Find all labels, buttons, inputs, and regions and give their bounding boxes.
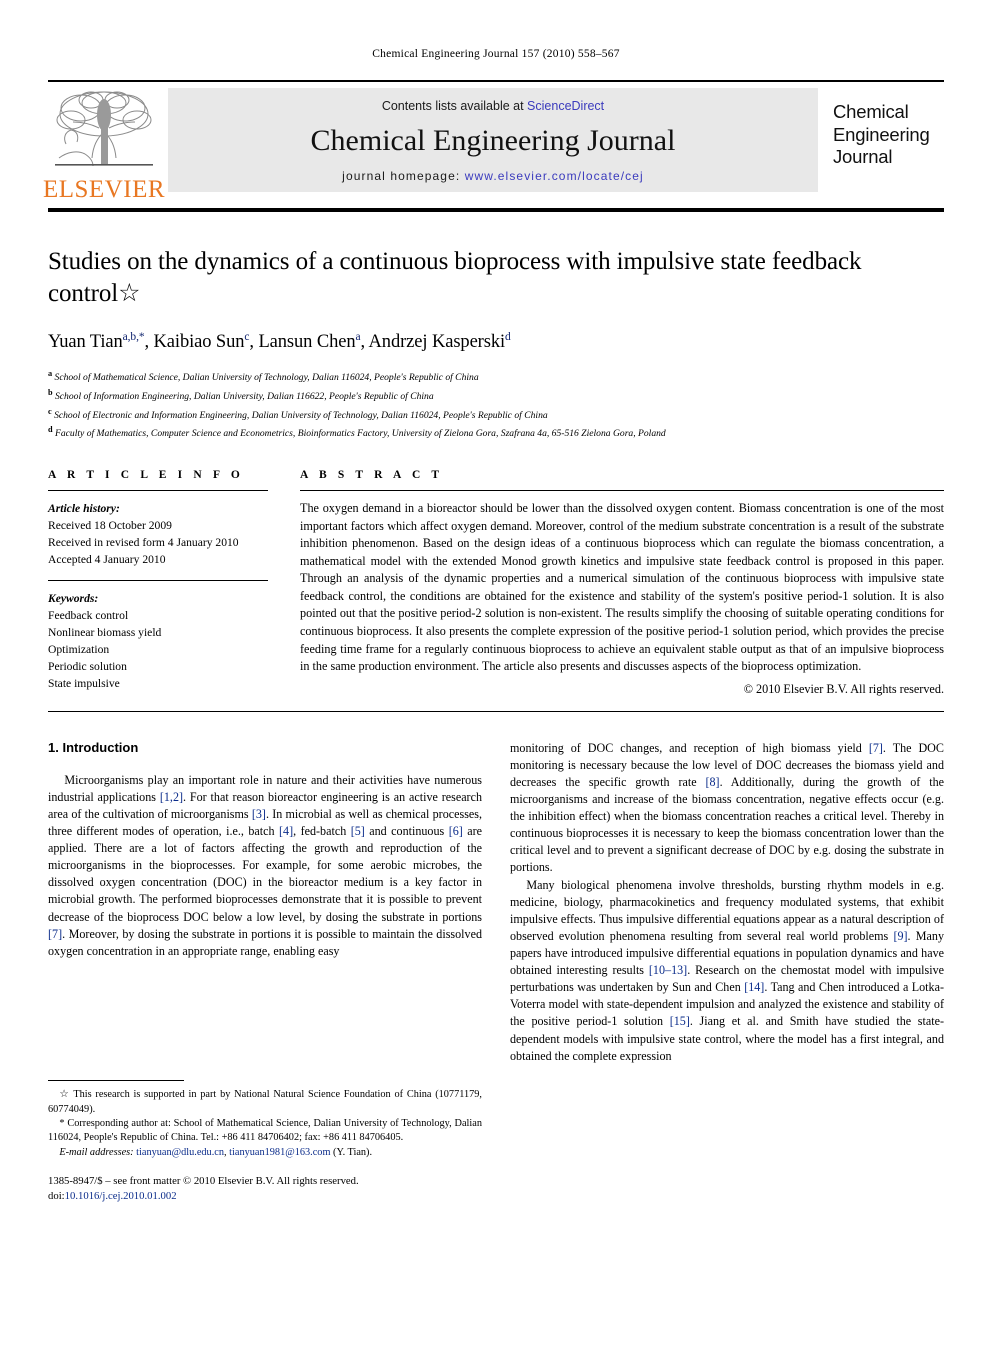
journal-homepage-link[interactable]: www.elsevier.com/locate/cej (465, 169, 644, 183)
section-heading-introduction: 1. Introduction (48, 739, 139, 755)
sciencedirect-link[interactable]: ScienceDirect (527, 99, 604, 113)
keyword-item: Nonlinear biomass yield (48, 626, 162, 640)
body-column-left: 1. Introduction Microorganisms play an i… (48, 740, 482, 1205)
email-link-2[interactable]: tianyuan1981@163.com (229, 1147, 330, 1158)
abstract-text: The oxygen demand in a bioreactor should… (300, 501, 944, 674)
body-column-right: monitoring of DOC changes, and reception… (510, 740, 944, 1205)
homepage-prefix: journal homepage: (342, 169, 465, 183)
affiliation-text: School of Mathematical Science, Dalian U… (54, 372, 479, 384)
imprint-block: 1385-8947/$ – see front matter © 2010 El… (48, 1174, 482, 1204)
abstract-bottom-rule (48, 710, 944, 712)
abstract-copyright: © 2010 Elsevier B.V. All rights reserved… (743, 681, 944, 696)
footnote-corresponding-author: * Corresponding author at: School of Mat… (48, 1118, 482, 1144)
abstract-column: A B S T R A C T The oxygen demand in a b… (300, 469, 944, 697)
affiliation-text: School of Electronic and Information Eng… (54, 409, 548, 421)
cover-line-3: Journal (833, 146, 893, 168)
email-label: E-mail addresses: (59, 1146, 134, 1158)
article-page: Chemical Engineering Journal 157 (2010) … (0, 48, 992, 1371)
abstract-heading: A B S T R A C T (300, 469, 444, 482)
journal-cover-thumbnail: Chemical Engineering Journal (826, 88, 944, 192)
article-history-block: Article history: Received 18 October 200… (48, 500, 268, 568)
body-columns: 1. Introduction Microorganisms play an i… (48, 740, 944, 1205)
affiliation-item: c School of Electronic and Information E… (48, 405, 944, 424)
affiliation-item: b School of Information Engineering, Dal… (48, 386, 944, 405)
keywords-label: Keywords: (48, 592, 99, 606)
footnote-email: E-mail addresses: tianyuan@dlu.edu.cn, t… (48, 1146, 482, 1160)
masthead-bottom-rule (48, 208, 944, 212)
journal-homepage-line: journal homepage: www.elsevier.com/locat… (342, 169, 644, 183)
doi-line: doi:10.1016/j.cej.2010.01.002 (48, 1189, 482, 1204)
keyword-item: Optimization (48, 643, 110, 657)
doi-label: doi: (48, 1190, 65, 1203)
affiliation-item: a School of Mathematical Science, Dalian… (48, 367, 944, 386)
keyword-item: Feedback control (48, 609, 129, 623)
affiliation-text: School of Information Engineering, Dalia… (55, 391, 434, 403)
article-info-rule (48, 490, 268, 492)
abstract-rule (300, 490, 944, 492)
page-title: Studies on the dynamics of a continuous … (48, 248, 862, 307)
keyword-item: State impulsive (48, 677, 120, 691)
affiliation-marker: b (48, 387, 53, 397)
title-block: Studies on the dynamics of a continuous … (48, 246, 944, 442)
email-link-1[interactable]: tianyuan@dlu.edu.cn (136, 1147, 224, 1158)
affiliation-item: d Faculty of Mathematics, Computer Scien… (48, 423, 944, 442)
footnote-rule (48, 1080, 184, 1082)
imprint-line: 1385-8947/$ – see front matter © 2010 El… (48, 1175, 359, 1188)
keywords-rule (48, 580, 268, 582)
affiliation-list: a School of Mathematical Science, Dalian… (48, 367, 944, 442)
paragraph: Microorganisms play an important role in… (48, 772, 483, 958)
article-info-column: A R T I C L E I N F O Article history: R… (48, 469, 300, 697)
info-and-abstract: A R T I C L E I N F O Article history: R… (48, 469, 944, 697)
cover-line-2: Engineering (833, 123, 930, 145)
contents-available-line: Contents lists available at ScienceDirec… (382, 99, 604, 113)
email-suffix: (Y. Tian). (333, 1146, 373, 1158)
history-item: Received 18 October 2009 (48, 519, 172, 533)
paragraph: Many biological phenomena involve thresh… (510, 877, 944, 1063)
footnote-area: ☆ This research is supported in part by … (48, 1080, 482, 1204)
author-list: Yuan Tiana,b,*, Kaibiao Sunc, Lansun Che… (48, 331, 511, 353)
running-head: Chemical Engineering Journal 157 (2010) … (372, 48, 620, 60)
history-item: Accepted 4 January 2010 (48, 553, 166, 567)
keyword-item: Periodic solution (48, 660, 127, 674)
affiliation-marker: c (48, 406, 52, 416)
masthead-banner: Contents lists available at ScienceDirec… (168, 88, 818, 192)
article-history-label: Article history: (48, 502, 120, 516)
keywords-block: Keywords: Feedback control Nonlinear bio… (48, 590, 268, 692)
paragraph: monitoring of DOC changes, and reception… (510, 740, 944, 875)
footnote-funding: ☆ This research is supported in part by … (48, 1089, 482, 1115)
contents-prefix: Contents lists available at (381, 99, 528, 113)
affiliation-text: Faculty of Mathematics, Computer Science… (55, 428, 666, 440)
elsevier-tree-icon (55, 91, 153, 167)
journal-masthead: ELSEVIER Contents lists available at Sci… (43, 80, 944, 208)
elsevier-wordmark: ELSEVIER (42, 176, 166, 203)
cover-line-1: Chemical (833, 101, 909, 122)
journal-title: Chemical Engineering Journal (310, 124, 676, 157)
affiliation-marker: d (48, 425, 53, 435)
affiliation-marker: a (48, 369, 53, 379)
doi-link[interactable]: 10.1016/j.cej.2010.01.002 (65, 1190, 177, 1202)
history-item: Received in revised form 4 January 2010 (48, 536, 239, 550)
elsevier-logo: ELSEVIER (43, 82, 165, 208)
article-info-heading: A R T I C L E I N F O (48, 469, 244, 482)
